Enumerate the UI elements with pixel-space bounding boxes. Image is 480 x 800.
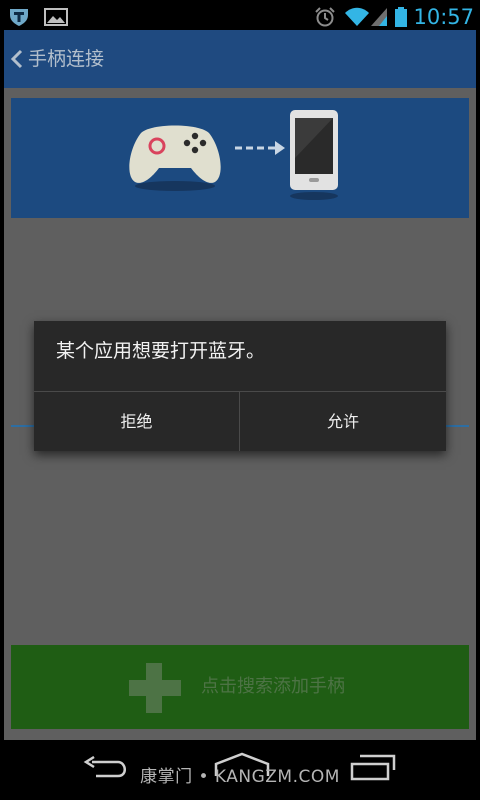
allow-button[interactable]: 允许 [240, 392, 446, 451]
plus-icon [125, 663, 185, 717]
progress-line-left [11, 425, 35, 427]
smartphone-icon [290, 110, 338, 200]
page-title: 手柄连接 [28, 48, 105, 70]
status-time: 10:57 [413, 5, 474, 29]
progress-line-right [446, 425, 469, 427]
signal-icon [370, 7, 388, 31]
battery-icon [394, 7, 408, 31]
action-bar: 手柄连接 [4, 30, 476, 88]
screen-frame: 10:57 手柄连接 点击搜索添加手柄 康掌门 • KANGZM.COM 某个应… [4, 4, 476, 796]
status-bar: 10:57 [4, 4, 476, 30]
bluetooth-permission-dialog: 某个应用想要打开蓝牙。 拒绝 允许 [34, 321, 446, 451]
add-controller-label: 点击搜索添加手柄 [201, 676, 345, 697]
alarm-icon [314, 7, 336, 31]
watermark: 康掌门 • KANGZM.COM [140, 767, 340, 787]
connection-banner [11, 98, 469, 218]
arrow-right-icon [235, 141, 285, 155]
app-t-icon [8, 7, 30, 31]
wifi-icon [344, 7, 370, 31]
add-controller-button[interactable]: 点击搜索添加手柄 [11, 645, 469, 729]
deny-button[interactable]: 拒绝 [34, 392, 240, 451]
chevron-left-icon[interactable] [10, 49, 24, 73]
image-notification-icon [44, 7, 68, 31]
gamepad-icon [129, 125, 221, 191]
dialog-message: 某个应用想要打开蓝牙。 [56, 340, 266, 362]
